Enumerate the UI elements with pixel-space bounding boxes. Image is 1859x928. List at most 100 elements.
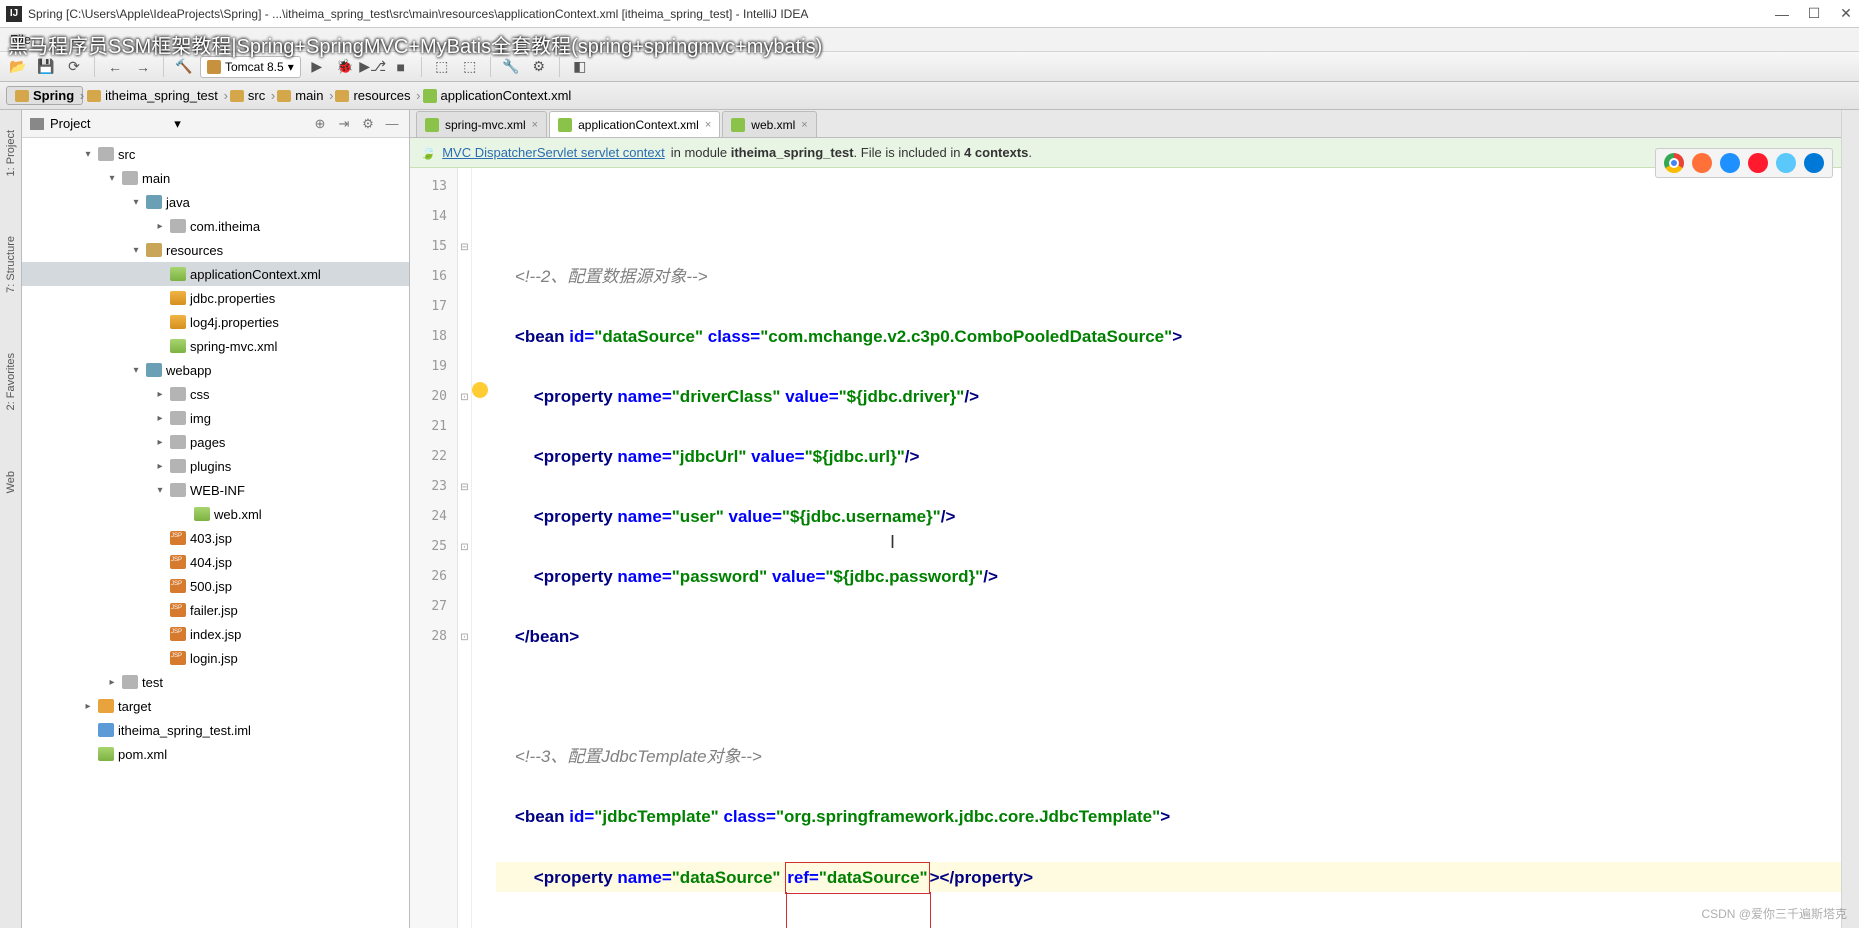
tab-appcontext[interactable]: applicationContext.xml× bbox=[549, 111, 720, 137]
tree-folder-src[interactable]: ▾src bbox=[22, 142, 409, 166]
xml-icon bbox=[558, 118, 572, 132]
tree-file-login[interactable]: login.jsp bbox=[22, 646, 409, 670]
tool2-icon[interactable]: ⬚ bbox=[458, 55, 482, 79]
tree-file-jdbc[interactable]: jdbc.properties bbox=[22, 286, 409, 310]
folder-icon bbox=[87, 90, 101, 102]
tree-folder-css[interactable]: ▸css bbox=[22, 382, 409, 406]
breadcrumb-item[interactable]: src bbox=[226, 88, 273, 103]
tool1-icon[interactable]: ⬚ bbox=[430, 55, 454, 79]
sidetab-project[interactable]: 1: Project bbox=[5, 120, 17, 186]
xml-icon bbox=[425, 118, 439, 132]
breadcrumb-item[interactable]: itheima_spring_test bbox=[83, 88, 226, 103]
menubar: File bbox=[0, 28, 1859, 52]
tree-folder-resources[interactable]: ▾resources bbox=[22, 238, 409, 262]
xml-icon bbox=[423, 89, 437, 103]
tree-file-500[interactable]: 500.jsp bbox=[22, 574, 409, 598]
tab-webxml[interactable]: web.xml× bbox=[722, 111, 816, 137]
open-icon[interactable]: 📂 bbox=[6, 55, 30, 79]
folder-icon bbox=[335, 90, 349, 102]
folder-icon bbox=[230, 90, 244, 102]
tree-folder-target[interactable]: ▸target bbox=[22, 694, 409, 718]
folder-icon bbox=[277, 90, 291, 102]
tree-folder-java[interactable]: ▾java bbox=[22, 190, 409, 214]
tree-folder-plugins[interactable]: ▸plugins bbox=[22, 454, 409, 478]
titlebar: IJ Spring [C:\Users\Apple\IdeaProjects\S… bbox=[0, 0, 1859, 28]
minimize-button[interactable]: — bbox=[1775, 7, 1789, 21]
watermark: CSDN @爱你三千遍斯塔克 bbox=[1701, 905, 1847, 922]
spring-icon: 🍃 bbox=[420, 145, 436, 161]
build-icon[interactable]: 🔨 bbox=[172, 55, 196, 79]
hide-icon[interactable]: — bbox=[383, 115, 401, 133]
collapse-icon[interactable]: ⇥ bbox=[335, 115, 353, 133]
back-icon[interactable]: ← bbox=[103, 55, 127, 79]
tree-file-log4j[interactable]: log4j.properties bbox=[22, 310, 409, 334]
edge-icon[interactable] bbox=[1804, 153, 1824, 173]
menu-file[interactable]: File bbox=[6, 32, 35, 47]
tree-file-404[interactable]: 404.jsp bbox=[22, 550, 409, 574]
breadcrumbs: Spring itheima_spring_test src main reso… bbox=[0, 82, 1859, 110]
breadcrumb-item[interactable]: resources bbox=[331, 88, 418, 103]
refresh-icon[interactable]: ⟳ bbox=[62, 55, 86, 79]
chevron-down-icon[interactable]: ▾ bbox=[174, 116, 181, 132]
tree-file-webxml[interactable]: web.xml bbox=[22, 502, 409, 526]
run-icon[interactable]: ▶ bbox=[305, 55, 329, 79]
tree-file-index[interactable]: index.jsp bbox=[22, 622, 409, 646]
tree-folder-pages[interactable]: ▸pages bbox=[22, 430, 409, 454]
structure-icon[interactable]: ◧ bbox=[568, 55, 592, 79]
breadcrumb-root[interactable]: Spring bbox=[6, 86, 83, 105]
right-tool-strip bbox=[1841, 110, 1859, 928]
intention-bulb-icon[interactable] bbox=[472, 382, 488, 398]
tree-file-iml[interactable]: itheima_spring_test.iml bbox=[22, 718, 409, 742]
tree-folder-img[interactable]: ▸img bbox=[22, 406, 409, 430]
maximize-button[interactable]: ☐ bbox=[1807, 7, 1821, 21]
project-view-icon bbox=[30, 118, 44, 130]
tree-folder-webapp[interactable]: ▾webapp bbox=[22, 358, 409, 382]
run-config-select[interactable]: Tomcat 8.5 ▾ bbox=[200, 56, 301, 78]
wrench-icon[interactable]: 🔧 bbox=[499, 55, 523, 79]
tree-package[interactable]: ▸com.itheima bbox=[22, 214, 409, 238]
tab-spring-mvc[interactable]: spring-mvc.xml× bbox=[416, 111, 547, 137]
settings-icon[interactable]: ⚙ bbox=[527, 55, 551, 79]
close-icon[interactable]: × bbox=[532, 119, 538, 131]
editor-area: spring-mvc.xml× applicationContext.xml× … bbox=[410, 110, 1841, 928]
locate-icon[interactable]: ⊕ bbox=[311, 115, 329, 133]
tomcat-icon bbox=[207, 60, 221, 74]
chrome-icon[interactable] bbox=[1664, 153, 1684, 173]
tree-file-pom[interactable]: pom.xml bbox=[22, 742, 409, 766]
tree-folder-main[interactable]: ▾main bbox=[22, 166, 409, 190]
code-content[interactable]: <!--2、配置数据源对象--> <bean id="dataSource" c… bbox=[472, 168, 1841, 928]
forward-icon[interactable]: → bbox=[131, 55, 155, 79]
gear-icon[interactable]: ⚙ bbox=[359, 115, 377, 133]
window-title: Spring [C:\Users\Apple\IdeaProjects\Spri… bbox=[28, 7, 1775, 21]
sidetab-structure[interactable]: 7: Structure bbox=[5, 226, 17, 303]
opera-icon[interactable] bbox=[1748, 153, 1768, 173]
breadcrumb-item[interactable]: main bbox=[273, 88, 331, 103]
tree-file-failer[interactable]: failer.jsp bbox=[22, 598, 409, 622]
tree-file-springmvc[interactable]: spring-mvc.xml bbox=[22, 334, 409, 358]
save-icon[interactable]: 💾 bbox=[34, 55, 58, 79]
tree-file-403[interactable]: 403.jsp bbox=[22, 526, 409, 550]
coverage-icon[interactable]: ▶⎇ bbox=[361, 55, 385, 79]
editor-tabs: spring-mvc.xml× applicationContext.xml× … bbox=[410, 110, 1841, 138]
code-area[interactable]: 13141516171819202122232425262728 ⊟⊡⊟⊡⊡ <… bbox=[410, 168, 1841, 928]
sidetab-favorites[interactable]: 2: Favorites bbox=[5, 343, 17, 420]
project-tree[interactable]: ▾src ▾main ▾java ▸com.itheima ▾resources… bbox=[22, 138, 409, 928]
tree-folder-test[interactable]: ▸test bbox=[22, 670, 409, 694]
browser-icons-bar bbox=[1655, 148, 1833, 178]
close-icon[interactable]: × bbox=[705, 119, 711, 131]
safari-icon[interactable] bbox=[1720, 153, 1740, 173]
ie-icon[interactable] bbox=[1776, 153, 1796, 173]
project-panel: Project ▾ ⊕ ⇥ ⚙ — ▾src ▾main ▾java ▸com.… bbox=[22, 110, 410, 928]
info-link[interactable]: MVC DispatcherServlet servlet context bbox=[442, 145, 665, 160]
folder-icon bbox=[15, 90, 29, 102]
tree-folder-webinf[interactable]: ▾WEB-INF bbox=[22, 478, 409, 502]
tree-file-appctx[interactable]: applicationContext.xml bbox=[22, 262, 409, 286]
stop-icon[interactable]: ■ bbox=[389, 55, 413, 79]
breadcrumb-file[interactable]: applicationContext.xml bbox=[419, 88, 580, 103]
close-button[interactable]: ✕ bbox=[1839, 7, 1853, 21]
debug-icon[interactable]: 🐞 bbox=[333, 55, 357, 79]
project-title[interactable]: Project bbox=[50, 116, 168, 131]
sidetab-web[interactable]: Web bbox=[5, 461, 17, 503]
close-icon[interactable]: × bbox=[801, 119, 807, 131]
firefox-icon[interactable] bbox=[1692, 153, 1712, 173]
